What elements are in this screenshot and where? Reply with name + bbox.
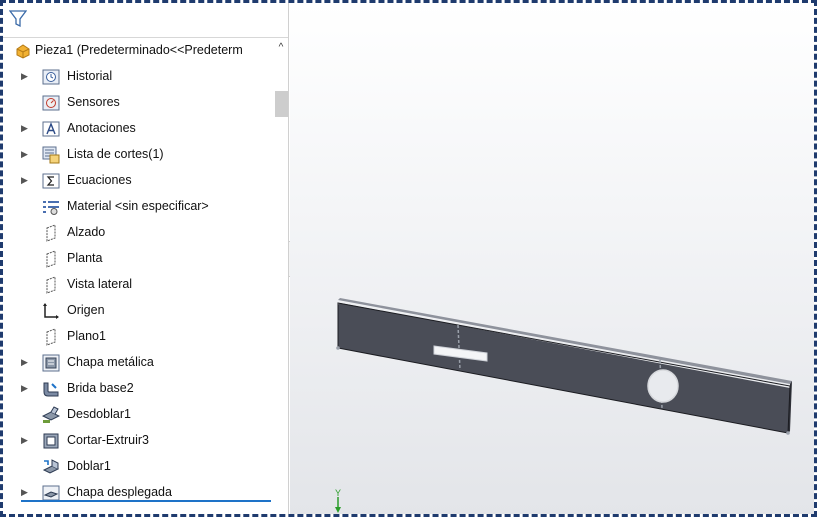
feature-tree: Pieza1 (Predeterminado<<Predeterm ▶ Hist…: [3, 38, 273, 514]
tree-item-label: Alzado: [67, 225, 106, 239]
tree-item-vista-lateral[interactable]: Vista lateral: [3, 272, 273, 297]
base-flange-icon: [43, 382, 59, 397]
annotations-icon: [42, 121, 60, 137]
plane-icon: [46, 276, 56, 294]
tree-item-planta[interactable]: Planta: [3, 246, 273, 271]
hole-cutout: [647, 369, 679, 403]
tree-item-lista-de-cortes[interactable]: ▶ Lista de cortes(1): [3, 142, 273, 167]
scroll-up-arrow-icon[interactable]: ^: [275, 41, 287, 55]
plane-icon: [46, 224, 56, 242]
tree-item-brida-base2[interactable]: ▶ Brida base2: [3, 376, 273, 401]
tree-item-label: Anotaciones: [67, 121, 136, 135]
part-icon: [16, 44, 30, 59]
expand-arrow-icon[interactable]: ▶: [21, 142, 31, 167]
cut-list-icon: [42, 146, 60, 164]
tree-item-label: Planta: [67, 251, 103, 265]
tree-item-origen[interactable]: Origen: [3, 298, 273, 323]
tree-item-desdoblar1[interactable]: Desdoblar1: [3, 402, 273, 427]
tree-item-label: Doblar1: [67, 459, 111, 473]
tree-item-label: Cortar-Extruir3: [67, 433, 149, 447]
tree-item-chapa-metalica[interactable]: ▶ Chapa metálica: [3, 350, 273, 375]
graphics-viewport[interactable]: [290, 3, 814, 514]
fold-icon: [42, 459, 60, 474]
cut-extrude-icon: [43, 433, 59, 449]
expand-arrow-icon[interactable]: ▶: [21, 116, 31, 141]
expand-arrow-icon[interactable]: ▶: [21, 376, 31, 401]
tree-item-label: Plano1: [67, 329, 106, 343]
material-icon: [43, 201, 59, 215]
tree-item-label: Desdoblar1: [67, 407, 131, 421]
expand-arrow-icon[interactable]: ▶: [21, 350, 31, 375]
sensors-icon: [42, 95, 60, 111]
tree-item-plano1[interactable]: Plano1: [3, 324, 273, 349]
tree-item-label: Vista lateral: [67, 277, 133, 291]
tree-item-historial[interactable]: ▶ Historial: [3, 64, 273, 89]
tree-item-alzado[interactable]: Alzado: [3, 220, 273, 245]
sheet-metal-face: [338, 303, 790, 433]
scrollbar-thumb[interactable]: [275, 91, 288, 117]
tree-root-label: Pieza1 (Predeterminado<<Predeterm: [35, 43, 243, 57]
tree-item-label: Sensores: [67, 95, 120, 109]
tree-item-sensores[interactable]: Sensores: [3, 90, 273, 115]
tree-item-doblar1[interactable]: Doblar1: [3, 454, 273, 479]
svg-text:Y: Y: [335, 488, 341, 498]
equations-icon: [42, 173, 60, 189]
tree-item-anotaciones[interactable]: ▶ Anotaciones: [3, 116, 273, 141]
plane-icon: [46, 250, 56, 268]
tree-item-material[interactable]: Material <sin especificar>: [3, 194, 273, 219]
tree-item-label: Chapa metálica: [67, 355, 154, 369]
filter-icon[interactable]: [9, 9, 27, 29]
expand-arrow-icon[interactable]: ▶: [21, 168, 31, 193]
tree-item-cortar-extruir3[interactable]: ▶ Cortar-Extruir3: [3, 428, 273, 453]
origin-icon: [43, 303, 59, 319]
feature-manager-panel: Pieza1 (Predeterminado<<Predeterm ▶ Hist…: [3, 3, 289, 514]
tree-item-label: Lista de cortes(1): [67, 147, 164, 161]
unfold-icon: [42, 406, 60, 423]
sheet-metal-icon: [42, 354, 60, 372]
filter-bar: [3, 3, 288, 38]
part-model[interactable]: [290, 3, 814, 514]
tree-item-label: Origen: [67, 303, 105, 317]
tree-root-part[interactable]: Pieza1 (Predeterminado<<Predeterm: [3, 38, 273, 63]
tree-item-label: Material <sin especificar>: [67, 199, 209, 213]
plane-icon: [46, 328, 56, 346]
tree-item-label: Ecuaciones: [67, 173, 132, 187]
tree-rollback-bar[interactable]: [21, 500, 271, 502]
expand-arrow-icon[interactable]: ▶: [21, 64, 31, 89]
axis-triad-icon[interactable]: Y: [323, 487, 353, 517]
history-icon: [42, 69, 60, 85]
expand-arrow-icon[interactable]: ▶: [21, 428, 31, 453]
tree-item-label: Brida base2: [67, 381, 134, 395]
tree-item-label: Historial: [67, 69, 113, 83]
tree-item-ecuaciones[interactable]: ▶ Ecuaciones: [3, 168, 273, 193]
